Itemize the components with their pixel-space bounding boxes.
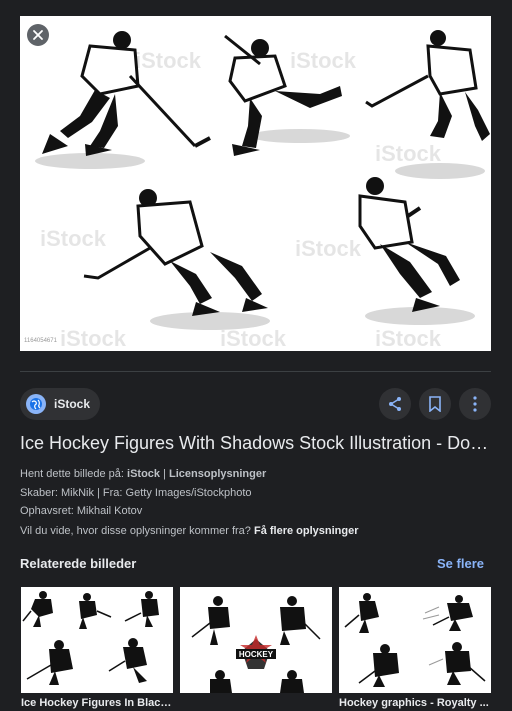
svg-text:iStock: iStock (220, 326, 287, 351)
svg-text:iStock: iStock (40, 226, 107, 251)
related-thumbnail-3[interactable] (339, 587, 491, 693)
related-thumbnail-1[interactable] (21, 587, 173, 693)
divider (20, 371, 491, 372)
svg-text:iStock: iStock (295, 236, 362, 261)
bookmark-icon (429, 396, 441, 412)
close-icon (33, 30, 43, 40)
svg-text:iStock: iStock (290, 48, 357, 73)
related-image-1 (22, 591, 159, 685)
image-detail-panel: iStock iStock iStock iStock iStock iStoc… (0, 0, 504, 711)
share-button[interactable] (379, 388, 411, 420)
learn-more-link[interactable]: Få flere oplysninger (254, 525, 359, 537)
image-title[interactable]: Ice Hockey Figures With Shadows Stock Il… (20, 430, 492, 456)
globe-icon (26, 394, 46, 414)
license-link[interactable]: Licensoplysninger (169, 468, 266, 480)
svg-text:iStock: iStock (375, 326, 442, 351)
source-chip[interactable]: iStock (20, 388, 101, 420)
related-caption-3[interactable]: Hockey graphics - Royalty ... (339, 697, 491, 709)
separator: | (163, 468, 166, 480)
related-heading: Relaterede billeder (20, 556, 137, 571)
source-name: iStock (54, 397, 91, 411)
related-thumbnail-2[interactable]: HOCKEY (180, 587, 332, 693)
more-vert-icon (473, 396, 477, 412)
download-label: Hent dette billede på: (20, 468, 124, 480)
watermark-text: iStock (135, 48, 202, 73)
hero-image[interactable]: iStock iStock iStock iStock iStock iStoc… (20, 16, 491, 351)
related-image-2: HOCKEY (191, 596, 321, 693)
svg-text:iStock: iStock (60, 326, 127, 351)
more-options-button[interactable] (459, 388, 491, 420)
copyright-line: Ophavsret: Mikhail Kotov (20, 505, 143, 517)
creator-line: Skaber: MikNik | Fra: Getty Images/iStoc… (20, 487, 252, 499)
scrollbar[interactable] (504, 0, 512, 711)
see-more-link[interactable]: Se flere (437, 556, 484, 571)
related-caption-1[interactable]: Ice Hockey Figures In Black ... (21, 697, 173, 709)
hockey-illustration: iStock iStock iStock iStock iStock iStoc… (24, 30, 490, 351)
info-question: Vil du vide, hvor disse oplysninger komm… (20, 525, 251, 537)
download-source-link[interactable]: iStock (127, 468, 160, 480)
image-id: 1164054671 (24, 338, 58, 344)
save-button[interactable] (419, 388, 451, 420)
share-icon (389, 397, 401, 411)
info-line: Vil du vide, hvor disse oplysninger komm… (20, 524, 359, 538)
related-image-3 (344, 593, 486, 687)
svg-text:iStock: iStock (375, 141, 442, 166)
hockey-badge-text: HOCKEY (239, 650, 274, 659)
download-line: Hent dette billede på: iStock | Licensop… (20, 467, 266, 481)
close-button[interactable] (27, 24, 49, 46)
